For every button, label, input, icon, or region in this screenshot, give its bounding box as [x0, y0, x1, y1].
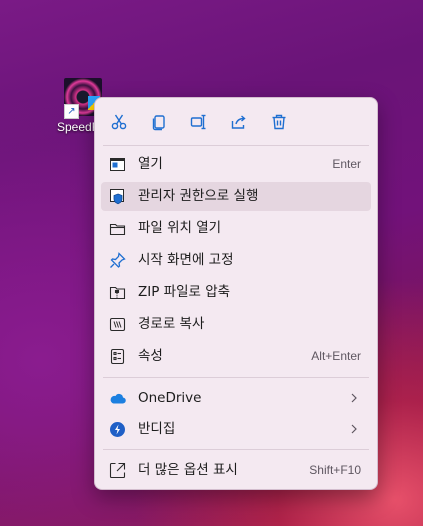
context-toolbar: [95, 98, 377, 144]
admin-shield-icon: [109, 188, 126, 205]
divider: [103, 449, 369, 450]
divider: [103, 145, 369, 146]
menu-item-shortcut: Alt+Enter: [311, 349, 361, 363]
menu-item-label: 파일 위치 열기: [138, 220, 222, 236]
menu-item-properties[interactable]: 속성 Alt+Enter: [101, 342, 371, 371]
menu-item-open-file-location[interactable]: 파일 위치 열기: [101, 214, 371, 243]
menu-item-onedrive[interactable]: OneDrive: [101, 384, 371, 413]
delete-icon: [272, 114, 286, 130]
menu-item-label: 더 많은 옵션 표시: [138, 462, 238, 478]
menu-item-shortcut: Shift+F10: [309, 463, 361, 477]
rename-icon: [190, 114, 206, 130]
menu-item-label: 경로로 복사: [138, 316, 205, 332]
delete-button[interactable]: [266, 109, 292, 135]
bandizip-icon: [109, 421, 126, 438]
menu-item-label: ZIP 파일로 압축: [138, 284, 231, 300]
open-window-icon: [109, 156, 126, 173]
menu-item-label: 속성: [138, 348, 163, 364]
desktop-icon-label: SpeedF: [57, 120, 100, 134]
copy-path-icon: [109, 316, 126, 333]
onedrive-icon: [109, 390, 126, 407]
menu-item-compress-zip[interactable]: ZIP 파일로 압축: [101, 278, 371, 307]
cut-button[interactable]: [106, 109, 132, 135]
pin-icon: [109, 252, 126, 269]
menu-item-pin-to-start[interactable]: 시작 화면에 고정: [101, 246, 371, 275]
chevron-right-icon: [351, 393, 357, 403]
menu-item-copy-as-path[interactable]: 경로로 복사: [101, 310, 371, 339]
menu-item-shortcut: Enter: [332, 157, 361, 171]
divider: [103, 377, 369, 378]
share-icon: [231, 115, 246, 129]
menu-item-label: 관리자 권한으로 실행: [138, 188, 259, 204]
menu-item-open[interactable]: 열기 Enter: [101, 150, 371, 179]
menu-item-label: 시작 화면에 고정: [138, 252, 234, 268]
menu-item-label: OneDrive: [138, 390, 202, 406]
more-options-icon: [109, 462, 126, 479]
chevron-right-icon: [351, 424, 357, 434]
properties-icon: [109, 348, 126, 365]
menu-item-label: 열기: [138, 156, 163, 172]
menu-item-run-as-admin[interactable]: 관리자 권한으로 실행: [101, 182, 371, 211]
copy-button[interactable]: [146, 109, 172, 135]
copy-icon: [152, 115, 165, 131]
context-menu: 열기 Enter 관리자 권한으로 실행 파일 위치 열기 시작 화면에 고정 …: [94, 97, 378, 490]
menu-item-bandizip[interactable]: 반디집: [101, 415, 371, 444]
share-button[interactable]: [226, 109, 252, 135]
cut-icon: [111, 114, 127, 130]
menu-item-label: 반디집: [138, 421, 176, 437]
rename-button[interactable]: [186, 109, 212, 135]
zip-icon: [109, 284, 126, 301]
folder-icon: [109, 220, 126, 237]
shortcut-arrow-icon: ↗: [64, 104, 79, 119]
menu-item-show-more-options[interactable]: 더 많은 옵션 표시 Shift+F10: [101, 456, 371, 485]
